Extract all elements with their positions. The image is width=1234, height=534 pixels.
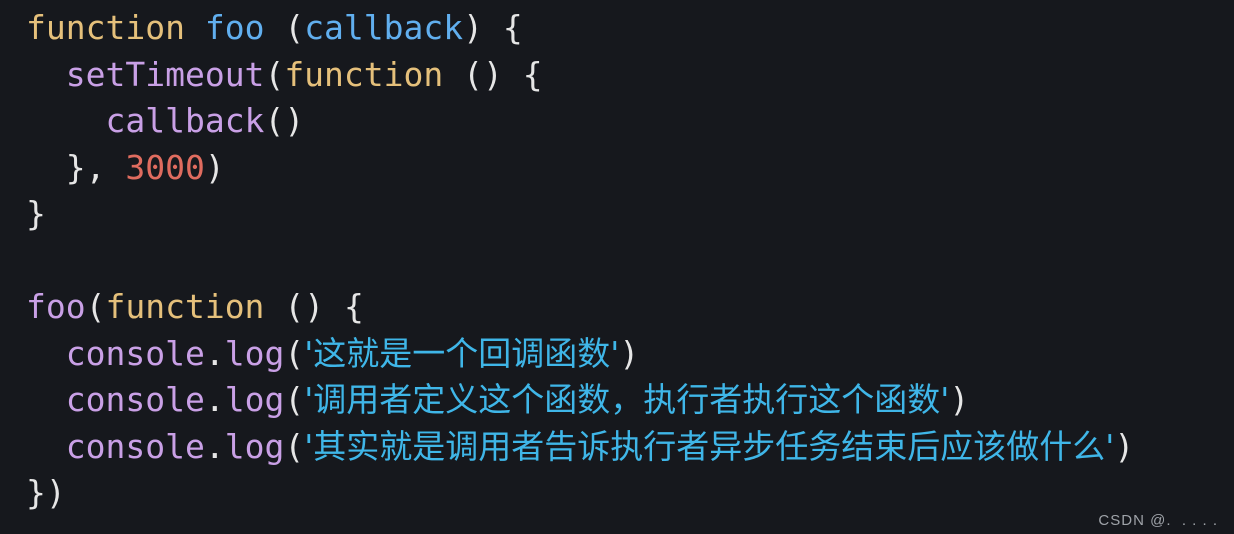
code-line: function foo (callback) { xyxy=(26,5,1226,52)
code-token-punc: ) xyxy=(204,147,225,187)
code-line: console.log('调用者定义这个函数，执行者执行这个函数') xyxy=(26,377,1226,424)
code-token-punc: , xyxy=(85,147,106,187)
code-line: callback() xyxy=(26,98,1226,145)
code-token-punc: ( xyxy=(284,426,305,466)
code-token-punc: { xyxy=(502,8,523,47)
code-token-punc: ) xyxy=(463,8,484,47)
code-token-punc: } xyxy=(65,147,86,187)
code-line: setTimeout(function () { xyxy=(26,52,1226,99)
code-token-param: callback xyxy=(304,8,464,47)
code-token-punc: ( xyxy=(264,54,285,94)
code-token-punc: ) xyxy=(1114,426,1135,466)
code-token-str: '调用者定义这个函数，执行者执行这个函数' xyxy=(304,380,950,419)
code-token-call: foo xyxy=(26,287,86,326)
code-token-punc: } xyxy=(26,473,46,512)
code-token-obj: log xyxy=(224,426,285,466)
code-token-punc: ) xyxy=(45,473,66,512)
code-token-obj: console xyxy=(65,380,205,419)
code-token-punc: ( xyxy=(463,54,484,94)
code-token-punc: ) xyxy=(304,287,325,326)
code-token-punc: { xyxy=(522,54,543,94)
code-token-punc: ) xyxy=(949,380,970,419)
code-line: console.log('这就是一个回调函数') xyxy=(26,331,1226,378)
code-token-punc: ( xyxy=(264,101,285,140)
code-token-punc: ( xyxy=(284,8,305,47)
code-token-punc: . xyxy=(204,380,225,419)
code-block[interactable]: function foo (callback) { setTimeout(fun… xyxy=(26,5,1226,517)
code-token-call: callback xyxy=(105,101,265,140)
code-token-obj: console xyxy=(65,426,205,466)
code-token-fndecl: foo xyxy=(204,8,265,47)
code-line: foo(function () { xyxy=(26,284,1226,331)
code-token-punc: ( xyxy=(284,380,305,419)
code-screenshot: function foo (callback) { setTimeout(fun… xyxy=(0,0,1234,534)
code-token-punc: } xyxy=(26,194,46,233)
code-token-num: 3000 xyxy=(125,147,205,187)
code-token-kw: function xyxy=(284,54,444,94)
code-token-str: '其实就是调用者告诉执行者异步任务结束后应该做什么' xyxy=(304,426,1115,466)
code-token-kw: function xyxy=(26,8,185,47)
code-line: console.log('其实就是调用者告诉执行者异步任务结束后应该做什么') xyxy=(26,424,1226,471)
csdn-watermark: CSDN @. . . . . xyxy=(1098,512,1218,529)
code-token-str: '这就是一个回调函数' xyxy=(304,333,620,373)
code-token-punc: ( xyxy=(284,333,305,373)
code-token-punc: ) xyxy=(619,333,640,373)
code-token-punc: ) xyxy=(483,54,503,94)
code-token-obj: console xyxy=(65,333,205,373)
code-token-punc: . xyxy=(204,333,225,373)
code-token-kw: function xyxy=(105,287,265,326)
code-token-obj: log xyxy=(224,333,285,373)
code-token-punc: { xyxy=(343,287,364,326)
code-token-call: setTimeout xyxy=(65,54,265,94)
code-token-punc: ) xyxy=(284,101,305,140)
code-line: } xyxy=(26,191,1226,238)
code-line: }, 3000) xyxy=(26,145,1226,192)
code-token-punc: ( xyxy=(284,287,305,326)
code-line: }) xyxy=(26,470,1226,517)
code-token-punc: ( xyxy=(85,287,106,326)
code-token-punc: . xyxy=(204,426,225,466)
code-token-obj: log xyxy=(224,380,285,419)
